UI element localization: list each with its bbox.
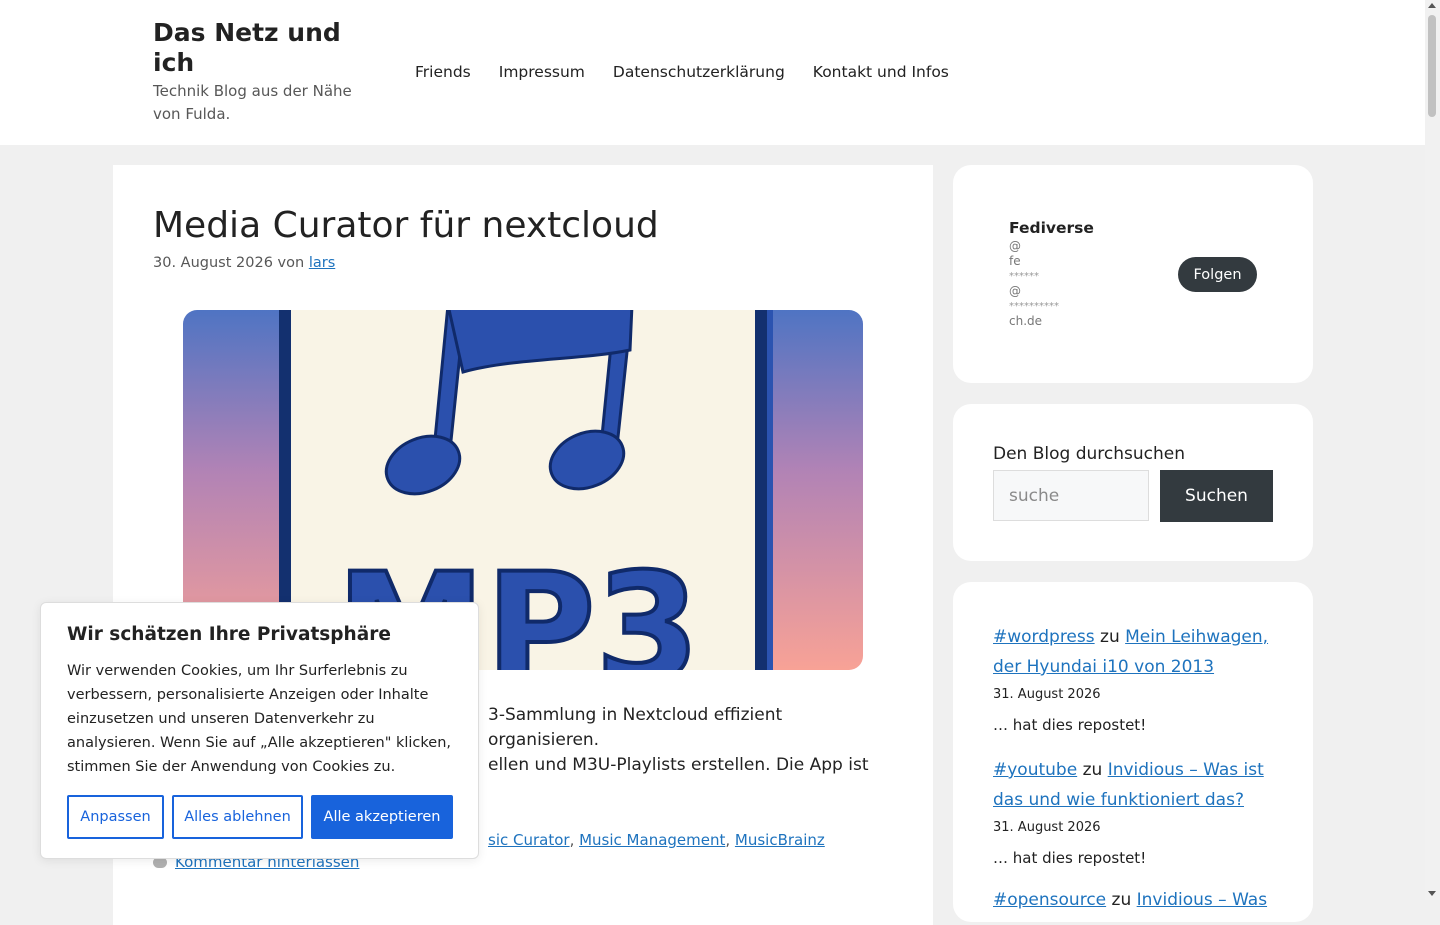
cookie-text: Wir verwenden Cookies, um Ihr Surferlebn…: [67, 663, 451, 775]
repost-date: 31. August 2026: [993, 687, 1101, 702]
repost-text: … hat dies repostet!: [993, 716, 1147, 734]
site-header: Das Netz und ich Technik Blog aus der Nä…: [0, 0, 1425, 145]
handle-line: ch.de: [1009, 314, 1043, 328]
search-label: Den Blog durchsuchen: [993, 444, 1185, 464]
cookie-customize-button[interactable]: Anpassen: [67, 795, 164, 839]
cookie-accept-button[interactable]: Alle akzeptieren: [311, 795, 453, 839]
cookie-consent-banner: Wir schätzen Ihre Privatsphäre Wir verwe…: [40, 602, 479, 859]
post-title: Media Curator für nextcloud: [153, 205, 659, 246]
reposts-widget: #wordpress zu Mein Leihwagen, der Hyunda…: [953, 582, 1313, 922]
nav-item-kontakt[interactable]: Kontakt und Infos: [799, 60, 963, 85]
repost-text: … hat dies repostet!: [993, 849, 1147, 867]
search-input[interactable]: [993, 470, 1149, 521]
main-navigation: Friends Impressum Datenschutzerklärung K…: [401, 60, 963, 85]
handle-line: @: [1009, 239, 1021, 253]
tag-link[interactable]: MusicBrainz: [735, 831, 825, 849]
site-title[interactable]: Das Netz und ich: [153, 18, 373, 78]
post-link[interactable]: Invidious – Was: [1137, 890, 1267, 910]
connector-text: zu: [1111, 890, 1132, 910]
follow-button[interactable]: Folgen: [1178, 257, 1257, 292]
scroll-down-arrow-icon[interactable]: [1428, 891, 1436, 896]
hashtag-link[interactable]: #youtube: [993, 760, 1077, 780]
handle-line: fe: [1009, 254, 1021, 268]
scrollbar-thumb[interactable]: [1428, 15, 1436, 117]
hashtag-link[interactable]: #opensource: [993, 890, 1106, 910]
site-tagline: Technik Blog aus der Nähe von Fulda.: [153, 82, 352, 123]
post-meta: 30. August 2026 von lars: [153, 255, 335, 271]
scroll-up-arrow-icon[interactable]: [1428, 3, 1436, 8]
post-author-link[interactable]: lars: [309, 255, 335, 271]
hashtag-link[interactable]: #wordpress: [993, 627, 1095, 647]
handle-line: ******: [1009, 271, 1039, 282]
handle-line: @: [1009, 284, 1021, 298]
nav-item-impressum[interactable]: Impressum: [485, 60, 599, 85]
page-scrollbar[interactable]: [1425, 0, 1440, 900]
fediverse-title: Fediverse: [1009, 219, 1094, 237]
tag-link[interactable]: sic Curator: [488, 831, 570, 849]
post-date[interactable]: 30. August 2026: [153, 255, 273, 271]
connector-text: zu: [1082, 760, 1103, 780]
repost-date: 31. August 2026: [993, 820, 1101, 835]
fediverse-widget: Fediverse @ fe ****** @ ********** ch.de…: [953, 165, 1313, 383]
cookie-reject-button[interactable]: Alles ablehnen: [172, 795, 303, 839]
search-widget: Den Blog durchsuchen Suchen: [953, 404, 1313, 561]
search-button[interactable]: Suchen: [1160, 470, 1273, 522]
post-by: von: [277, 255, 305, 271]
fediverse-handle: @ fe ****** @ ********** ch.de: [1009, 239, 1059, 329]
list-item: #wordpress zu Mein Leihwagen, der Hyunda…: [993, 622, 1283, 735]
list-item: #opensource zu Invidious – Was: [993, 885, 1283, 915]
tag-link[interactable]: Music Management: [579, 831, 725, 849]
handle-line: **********: [1009, 301, 1059, 312]
list-item: #youtube zu Invidious – Was ist das und …: [993, 755, 1283, 868]
nav-item-datenschutz[interactable]: Datenschutzerklärung: [599, 60, 799, 85]
connector-text: zu: [1100, 627, 1120, 647]
cookie-title: Wir schätzen Ihre Privatsphäre: [67, 624, 391, 645]
nav-item-friends[interactable]: Friends: [401, 60, 485, 85]
